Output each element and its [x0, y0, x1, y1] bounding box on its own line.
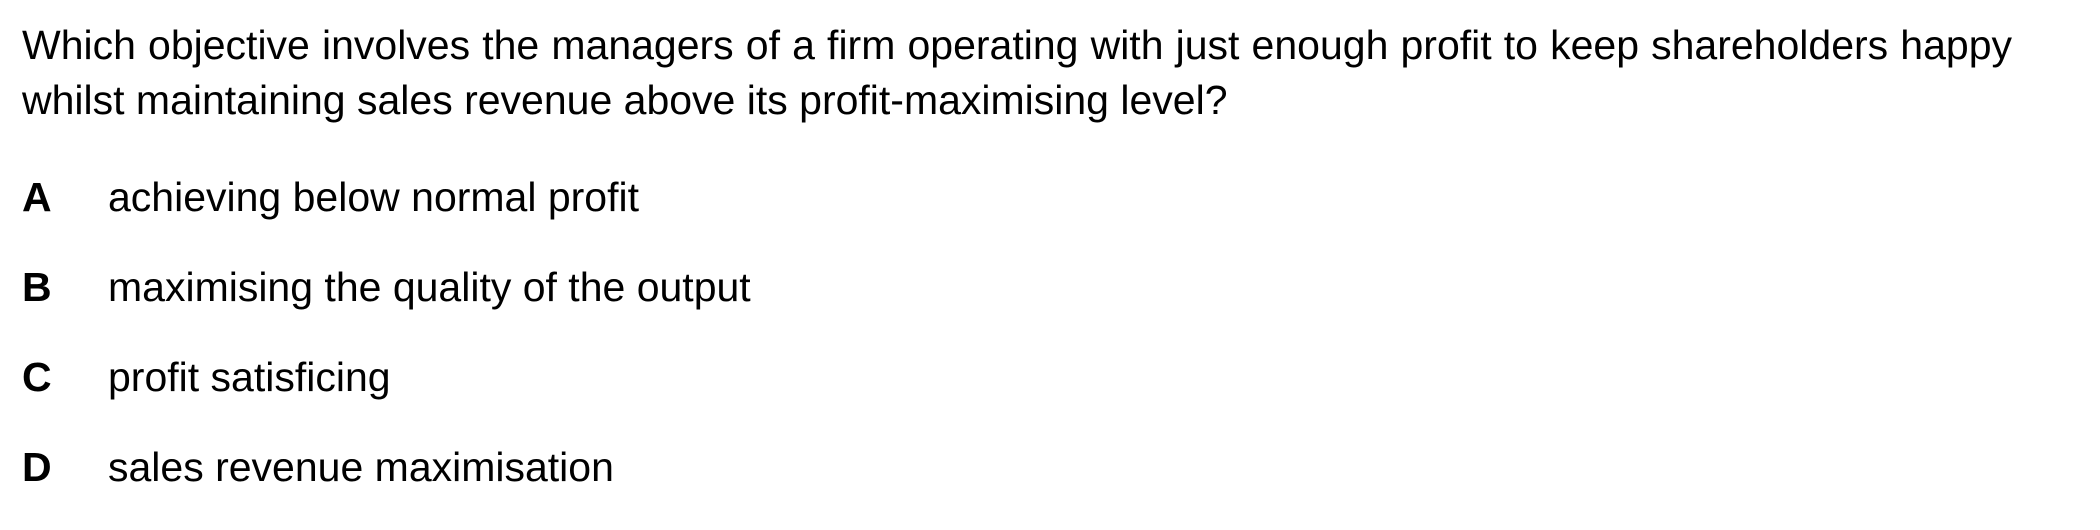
- option-a: A achieving below normal profit: [22, 170, 751, 260]
- option-d: D sales revenue maximisation: [22, 440, 751, 530]
- option-text: profit satisficing: [108, 354, 391, 400]
- option-b: B maximising the quality of the output: [22, 260, 751, 350]
- option-text: sales revenue maximisation: [108, 444, 614, 490]
- option-c: C profit satisficing: [22, 350, 751, 440]
- question-text: Which objective involves the managers of…: [22, 22, 2012, 123]
- option-letter: B: [22, 264, 52, 310]
- option-letter: A: [22, 174, 52, 220]
- option-letter: D: [22, 444, 52, 490]
- answer-options: A achieving below normal profit B maximi…: [22, 170, 751, 530]
- option-letter: C: [22, 354, 52, 400]
- option-text: achieving below normal profit: [108, 174, 639, 220]
- option-text: maximising the quality of the output: [108, 264, 751, 310]
